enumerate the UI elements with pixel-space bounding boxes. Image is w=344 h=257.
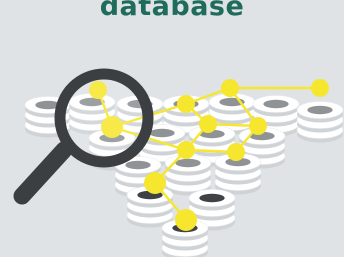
network-node-icon [177, 95, 195, 113]
database-stack-icon [296, 101, 344, 143]
network-node-icon [311, 79, 329, 97]
magnifier-lens [54, 68, 154, 168]
network-node-icon [227, 143, 245, 161]
network-node-icon [177, 141, 195, 159]
magnifier-handle [13, 141, 73, 205]
database-stack-icon [164, 154, 212, 196]
network-node-icon [199, 115, 217, 133]
network-node-icon [144, 172, 166, 194]
database-search-illustration [13, 68, 344, 257]
network-node-icon [221, 79, 239, 97]
network-node-icon [175, 209, 197, 231]
illustration-canvas: database [0, 0, 344, 257]
network-node-icon [249, 117, 267, 135]
